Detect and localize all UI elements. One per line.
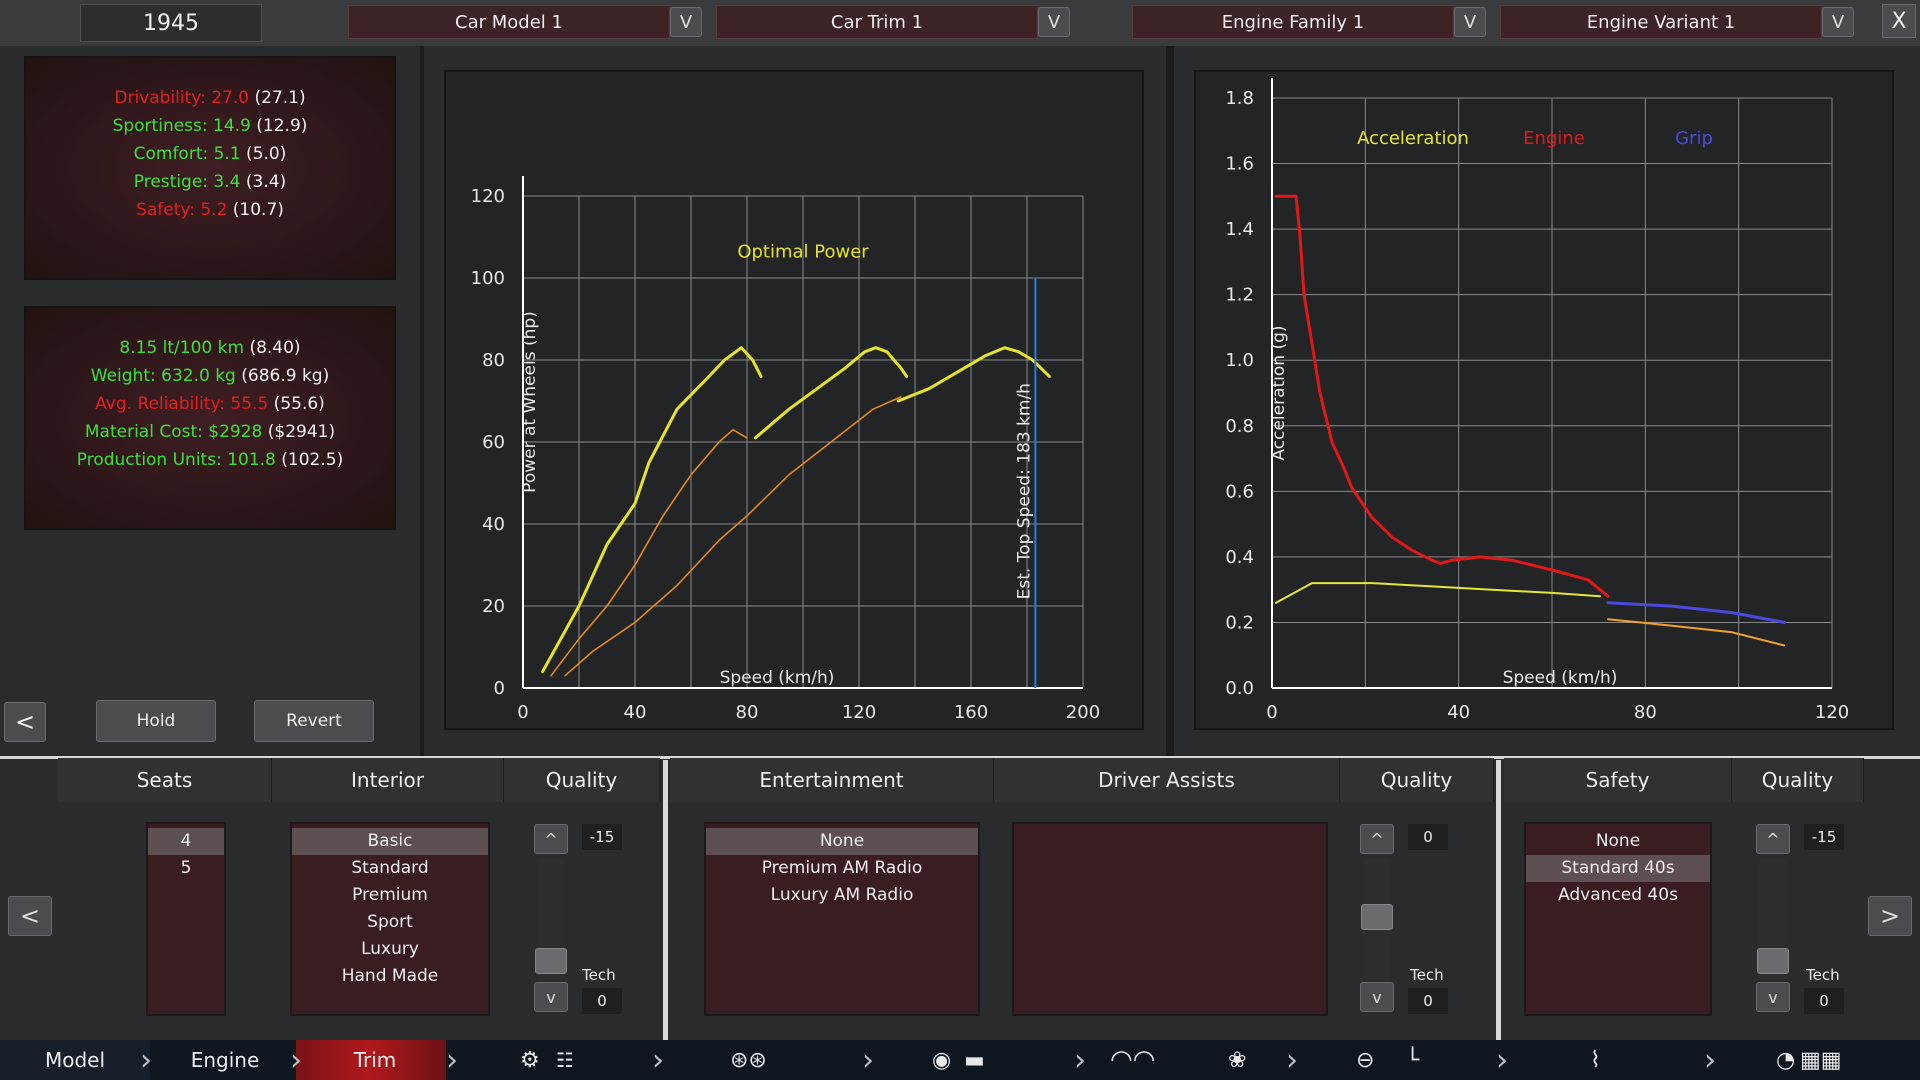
list-item[interactable]: Standard bbox=[292, 855, 488, 882]
list-item[interactable]: None bbox=[1526, 828, 1710, 855]
assists-quality-value: 0 bbox=[1408, 824, 1448, 850]
y-tick-label: 0.6 bbox=[1225, 481, 1254, 502]
driver-assists-header: Driver Assists bbox=[994, 758, 1340, 802]
fan-icon[interactable]: ❀ bbox=[1228, 1046, 1246, 1074]
y-tick-label: 0.0 bbox=[1225, 678, 1254, 699]
list-item[interactable]: 4 bbox=[148, 828, 224, 855]
list-item[interactable]: Hand Made bbox=[292, 963, 488, 990]
safety-quality-value: -15 bbox=[1804, 824, 1844, 850]
series-line bbox=[1606, 601, 1786, 624]
safety-header: Safety bbox=[1504, 758, 1732, 802]
section-divider bbox=[1496, 760, 1501, 1040]
driver-assists-list bbox=[1012, 822, 1328, 1016]
chevron-right-icon: › bbox=[1704, 1042, 1716, 1078]
gearbox-icon[interactable]: ☷ bbox=[556, 1046, 574, 1074]
y-tick-label: 0.4 bbox=[1225, 547, 1254, 568]
checkered-flag-icon[interactable]: ▦▦ bbox=[1800, 1046, 1842, 1074]
list-item[interactable]: 5 bbox=[148, 855, 224, 882]
entertainment-header: Entertainment bbox=[670, 758, 994, 802]
chevron-right-icon: › bbox=[1074, 1042, 1086, 1078]
gauge-icon[interactable]: ◔ bbox=[1776, 1046, 1795, 1074]
x-tick-label: 80 bbox=[1634, 702, 1657, 723]
x-tick-label: 0 bbox=[1266, 702, 1277, 723]
chevron-right-icon: › bbox=[862, 1042, 874, 1078]
list-item[interactable]: Premium AM Radio bbox=[706, 855, 978, 882]
y-tick-label: 0.8 bbox=[1225, 416, 1254, 437]
safety-quality-header: Quality bbox=[1732, 758, 1864, 802]
interior-quality-slider-handle[interactable] bbox=[535, 948, 567, 974]
legend-entry: Grip bbox=[1675, 128, 1713, 149]
interior-quality-header: Quality bbox=[504, 758, 660, 802]
section-divider bbox=[663, 760, 668, 1040]
interior-list: Basic Standard Premium Sport Luxury Hand Made bbox=[290, 822, 490, 1016]
interior-header: Interior bbox=[272, 758, 504, 802]
tab-model[interactable]: Model bbox=[10, 1040, 140, 1080]
chevron-right-icon: › bbox=[652, 1042, 664, 1078]
next-page-button[interactable]: > bbox=[1868, 896, 1912, 936]
interior-quality-down-button[interactable]: v bbox=[534, 982, 568, 1012]
chevron-right-icon: › bbox=[1286, 1042, 1298, 1078]
seat-icon[interactable]: └ bbox=[1406, 1046, 1419, 1074]
series-line bbox=[1274, 194, 1610, 598]
list-item[interactable]: Advanced 40s bbox=[1526, 882, 1710, 909]
interior-tech-value: 0 bbox=[582, 988, 622, 1014]
tab-engine[interactable]: Engine bbox=[160, 1040, 290, 1080]
interior-quality-up-button[interactable]: ^ bbox=[534, 824, 568, 854]
chevron-right-icon: › bbox=[1496, 1042, 1508, 1078]
list-item[interactable]: Sport bbox=[292, 909, 488, 936]
prev-page-button[interactable]: < bbox=[8, 896, 52, 936]
tab-trim[interactable]: Trim bbox=[310, 1040, 440, 1080]
list-item[interactable]: Basic bbox=[292, 828, 488, 855]
safety-tech-value: 0 bbox=[1804, 988, 1844, 1014]
safety-list: None Standard 40s Advanced 40s bbox=[1524, 822, 1712, 1016]
y-tick-label: 1.8 bbox=[1225, 88, 1254, 109]
entertainment-list: None Premium AM Radio Luxury AM Radio bbox=[704, 822, 980, 1016]
x-tick-label: 40 bbox=[1447, 702, 1470, 723]
list-item[interactable]: Standard 40s bbox=[1526, 855, 1710, 882]
car-icon[interactable]: ◠◠ bbox=[1110, 1045, 1155, 1075]
series-line bbox=[1275, 582, 1601, 604]
list-item[interactable]: Luxury bbox=[292, 936, 488, 963]
safety-quality-up-button[interactable]: ^ bbox=[1756, 824, 1790, 854]
chevron-right-icon: › bbox=[140, 1042, 152, 1078]
y-axis-label: Acceleration (g) bbox=[1269, 325, 1289, 460]
assists-quality-down-button[interactable]: v bbox=[1360, 982, 1394, 1012]
seats-header: Seats bbox=[58, 758, 272, 802]
chevron-right-icon: › bbox=[446, 1042, 458, 1078]
safety-quality-down-button[interactable]: v bbox=[1756, 982, 1790, 1012]
safety-quality-slider-handle[interactable] bbox=[1757, 948, 1789, 974]
interior-tech-label: Tech bbox=[582, 966, 616, 984]
legend-entry: Engine bbox=[1523, 128, 1585, 149]
y-tick-label: 1.4 bbox=[1225, 219, 1254, 240]
list-item[interactable]: Premium bbox=[292, 882, 488, 909]
y-tick-label: 0.2 bbox=[1225, 612, 1254, 633]
assists-quality-up-button[interactable]: ^ bbox=[1360, 824, 1394, 854]
suspension-icon[interactable]: ⌇ bbox=[1590, 1046, 1601, 1074]
gear-icon[interactable]: ⚙ bbox=[520, 1046, 540, 1074]
assists-quality-header: Quality bbox=[1340, 758, 1494, 802]
y-tick-label: 1.6 bbox=[1225, 154, 1254, 175]
y-tick-label: 1.0 bbox=[1225, 350, 1254, 371]
seats-list: 45 bbox=[146, 822, 226, 1016]
x-axis-label: Speed (km/h) bbox=[1503, 668, 1618, 688]
brake-icon[interactable]: ◉ bbox=[932, 1046, 951, 1074]
wheels-icon[interactable]: ⊛⊛ bbox=[730, 1046, 767, 1074]
safety-tech-label: Tech bbox=[1806, 966, 1840, 984]
chevron-right-icon: › bbox=[290, 1042, 302, 1078]
series-line bbox=[1607, 618, 1785, 647]
assists-tech-value: 0 bbox=[1408, 988, 1448, 1014]
list-item[interactable]: Luxury AM Radio bbox=[706, 882, 978, 909]
y-tick-label: 1.2 bbox=[1225, 285, 1254, 306]
assists-quality-slider-handle[interactable] bbox=[1361, 904, 1393, 930]
list-item[interactable]: None bbox=[706, 828, 978, 855]
x-tick-label: 120 bbox=[1815, 702, 1849, 723]
steering-icon[interactable]: ⊖ bbox=[1356, 1046, 1374, 1074]
interior-quality-value: -15 bbox=[582, 824, 622, 850]
legend-entry: Acceleration bbox=[1357, 128, 1469, 149]
assists-tech-label: Tech bbox=[1410, 966, 1444, 984]
body-icon[interactable]: ▬ bbox=[964, 1046, 985, 1074]
